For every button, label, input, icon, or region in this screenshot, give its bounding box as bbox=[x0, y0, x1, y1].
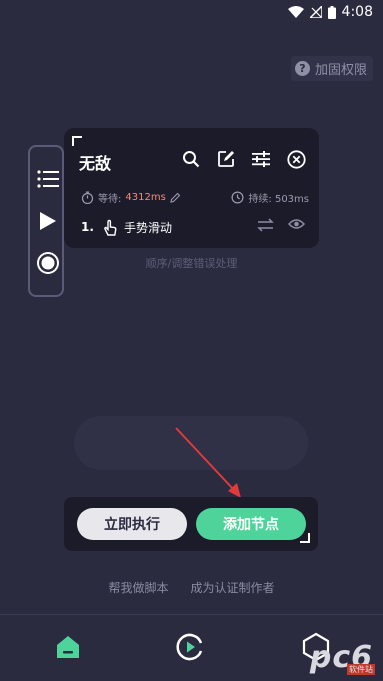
resize-corner-top-left[interactable] bbox=[72, 136, 82, 146]
wifi-icon bbox=[287, 6, 304, 18]
play-icon bbox=[40, 212, 56, 230]
floating-side-rail bbox=[28, 145, 64, 297]
wait-time: 等待: 4312ms bbox=[81, 190, 181, 205]
reinforce-permission-button[interactable]: ? 加固权限 bbox=[290, 56, 373, 81]
nav-play[interactable] bbox=[174, 631, 206, 663]
swap-icon[interactable] bbox=[257, 218, 274, 232]
close-circle-icon bbox=[286, 149, 306, 169]
step-number: 1. bbox=[81, 220, 94, 234]
step-label: 手势滑动 bbox=[124, 220, 173, 235]
wait-value: 4312ms bbox=[125, 192, 166, 203]
wait-label: 等待: bbox=[98, 194, 122, 205]
settings-sliders-icon bbox=[252, 151, 270, 167]
settings-button[interactable] bbox=[250, 148, 272, 170]
search-icon bbox=[183, 151, 200, 168]
script-panel: 无敌 等待: 4312ms 持续: 503ms 1. 手势滑动 bbox=[64, 128, 319, 248]
stopwatch-icon bbox=[81, 191, 94, 204]
nav-home[interactable] bbox=[52, 631, 84, 663]
play-circle-icon bbox=[176, 633, 203, 661]
clock-icon bbox=[231, 191, 244, 204]
no-signal-icon bbox=[309, 6, 322, 18]
play-button[interactable] bbox=[36, 209, 60, 233]
step-meta-row: 等待: 4312ms 持续: 503ms bbox=[81, 190, 309, 206]
status-bar: 4:08 bbox=[0, 0, 383, 26]
run-now-button[interactable]: 立即执行 bbox=[77, 508, 187, 540]
panel-toolbar bbox=[180, 148, 307, 170]
bottom-nav: pc6 软件站 bbox=[0, 614, 383, 681]
list-icon bbox=[37, 170, 59, 188]
bottom-links: 帮我做脚本 成为认证制作者 bbox=[0, 579, 383, 596]
background-placeholder bbox=[74, 416, 308, 470]
order-hint: 顺序/调整错误处理 bbox=[145, 257, 238, 270]
close-button[interactable] bbox=[285, 148, 307, 170]
watermark-sub: 软件站 bbox=[347, 664, 375, 675]
edit-icon bbox=[218, 151, 234, 167]
status-time: 4:08 bbox=[341, 4, 373, 20]
add-node-button[interactable]: 添加节点 bbox=[196, 508, 306, 540]
battery-icon bbox=[327, 5, 336, 19]
red-arrow-annotation bbox=[175, 427, 241, 498]
edit-button[interactable] bbox=[215, 148, 237, 170]
duration: 持续: 503ms bbox=[231, 190, 309, 205]
list-item[interactable]: 1. 手势滑动 bbox=[81, 216, 309, 238]
home-icon bbox=[57, 636, 79, 658]
status-icons: 4:08 bbox=[287, 4, 373, 20]
become-certified-author-link[interactable]: 成为认证制作者 bbox=[191, 579, 275, 596]
step-actions bbox=[257, 218, 305, 232]
swipe-gesture-icon bbox=[104, 219, 117, 236]
list-button[interactable] bbox=[36, 167, 60, 191]
permission-label: 加固权限 bbox=[314, 63, 367, 78]
help-icon: ? bbox=[294, 61, 310, 76]
duration-label: 持续: 503ms bbox=[248, 194, 309, 205]
eye-icon[interactable] bbox=[288, 218, 305, 230]
script-title: 无敌 bbox=[79, 154, 112, 173]
search-button[interactable] bbox=[180, 148, 202, 170]
help-make-script-link[interactable]: 帮我做脚本 bbox=[108, 579, 168, 596]
pencil-icon[interactable] bbox=[170, 192, 181, 203]
